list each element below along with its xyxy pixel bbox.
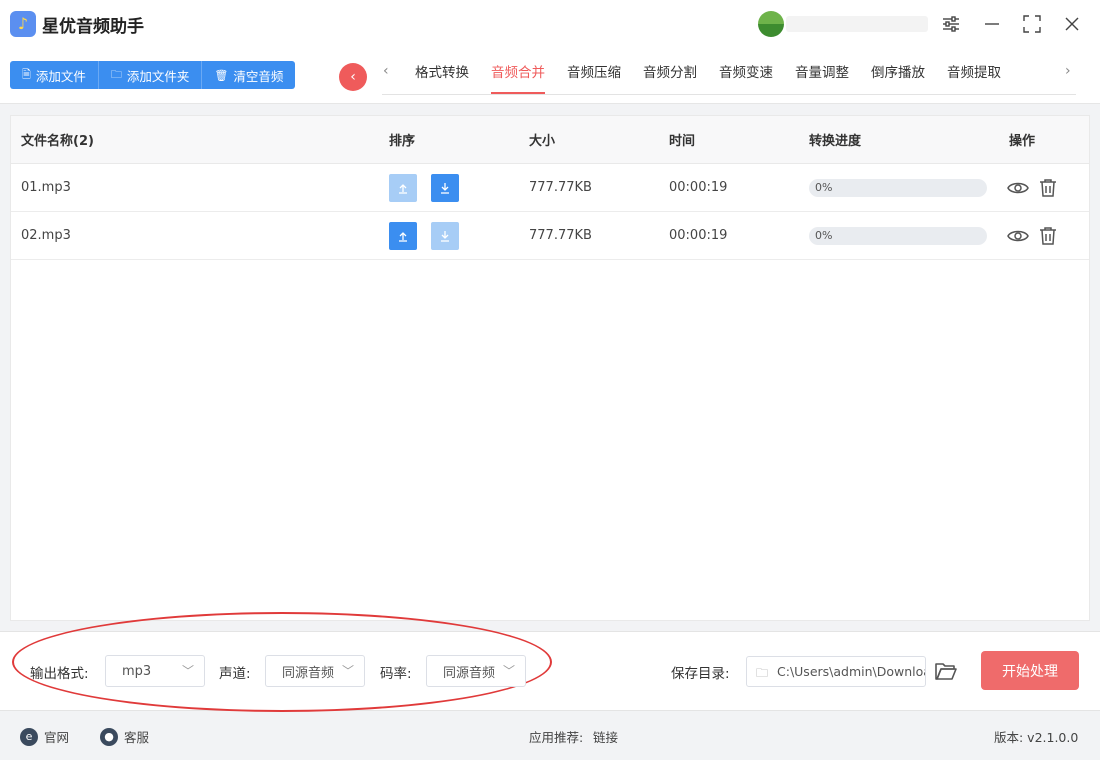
- chevron-down-icon: ﹀: [181, 664, 194, 678]
- tabs-scroll-right-icon[interactable]: ›: [1065, 63, 1071, 79]
- add-folder-button[interactable]: 🗀 添加文件夹: [99, 61, 203, 89]
- header-sort: 排序: [389, 134, 416, 149]
- tab-7[interactable]: 音频提取: [936, 48, 1012, 94]
- progress-text: 0%: [815, 228, 833, 242]
- clear-audio-button[interactable]: 🗑 清空音频: [202, 61, 295, 89]
- delete-trash-icon[interactable]: [1037, 225, 1059, 247]
- delete-trash-icon[interactable]: [1037, 177, 1059, 199]
- bitrate-label: 码率:: [380, 666, 412, 682]
- website-label: 官网: [44, 730, 70, 745]
- header-progress: 转换进度: [809, 134, 862, 149]
- row-actions: [1007, 212, 1067, 259]
- tab-3[interactable]: 音频分割: [632, 48, 708, 94]
- minimize-icon[interactable]: [980, 12, 1004, 36]
- title-bar: ♪ 星优音频助手: [0, 0, 1100, 48]
- format-select[interactable]: mp3 ﹀: [105, 655, 205, 687]
- chevron-down-icon: ﹀: [341, 664, 354, 678]
- status-bar: e 官网 ● 客服 应用推荐: 链接 版本: v2.1.0.0: [0, 712, 1100, 760]
- website-link[interactable]: e 官网: [20, 727, 69, 746]
- folder-icon: 🗀: [110, 67, 122, 81]
- preview-eye-icon[interactable]: [1007, 225, 1029, 247]
- channel-value: 同源音频: [282, 665, 335, 681]
- file-button-group: 🗎 添加文件 🗀 添加文件夹 🗑 清空音频: [10, 61, 296, 89]
- format-value: mp3: [122, 663, 152, 679]
- trash-icon: 🗑: [214, 68, 229, 82]
- file-size: 777.77KB: [529, 180, 592, 195]
- move-up-icon[interactable]: [389, 221, 417, 250]
- toolbar: 🗎 添加文件 🗀 添加文件夹 🗑 清空音频 ‹ ‹ 格式转换 音频合并 音频压缩 音频…: [0, 48, 1100, 104]
- open-folder-icon[interactable]: [934, 660, 958, 684]
- browser-e-icon: e: [20, 727, 38, 746]
- progress-cell: 0%: [809, 212, 987, 259]
- progress-text: 0%: [815, 180, 833, 194]
- tab-6[interactable]: 倒序播放: [860, 48, 936, 94]
- preview-eye-icon[interactable]: [1007, 177, 1029, 199]
- header-time: 时间: [669, 134, 696, 149]
- file-list-panel: 文件名称(2) 排序 大小 时间 转换进度 操作 01.mp3 777.77KB 0…: [10, 115, 1090, 621]
- recommend-label: 应用推荐:: [529, 730, 584, 745]
- recommend-link[interactable]: 链接: [593, 727, 618, 746]
- user-avatar[interactable]: [758, 11, 784, 37]
- tab-1[interactable]: 音频合并: [480, 48, 556, 94]
- header-name: 文件名称(2): [21, 134, 94, 149]
- table-header: 文件名称(2) 排序 大小 时间 转换进度 操作: [11, 116, 1089, 164]
- move-down-icon[interactable]: [431, 173, 459, 202]
- table-row[interactable]: 01.mp3 777.77KB 00:00:19 0%: [11, 164, 1089, 212]
- move-down-icon[interactable]: [431, 221, 459, 250]
- chat-bubble-icon: ●: [100, 727, 118, 746]
- progress-cell: 0%: [809, 164, 987, 211]
- tabs-scroll-left-icon[interactable]: ‹: [383, 63, 389, 79]
- chevron-down-icon: ﹀: [502, 664, 515, 678]
- bitrate-value: 同源音频: [443, 665, 496, 681]
- sort-controls: [389, 212, 459, 259]
- output-settings-bar: 输出格式: mp3 ﹀ 声道: 同源音频 ﹀ 码率: 同源音频 ﹀ 保存目录: …: [0, 612, 1100, 712]
- file-size: 777.77KB: [529, 228, 592, 243]
- channel-label: 声道:: [219, 666, 251, 682]
- file-icon: 🗎: [22, 67, 31, 81]
- file-duration: 00:00:19: [669, 180, 728, 195]
- service-label: 客服: [124, 730, 150, 745]
- move-up-icon[interactable]: [389, 173, 417, 202]
- format-label: 输出格式:: [30, 666, 89, 682]
- save-path-value: C:\Users\admin\Downloads: [777, 664, 925, 679]
- add-file-button[interactable]: 🗎 添加文件: [10, 61, 99, 89]
- header-size: 大小: [529, 134, 556, 149]
- close-icon[interactable]: [1060, 12, 1084, 36]
- clear-audio-label: 清空音频: [233, 68, 284, 84]
- file-name: 02.mp3: [21, 228, 71, 243]
- tab-4[interactable]: 音频变速: [708, 48, 784, 94]
- save-path-input[interactable]: 🗀 C:\Users\admin\Downloads: [746, 656, 926, 687]
- tab-5[interactable]: 音量调整: [784, 48, 860, 94]
- file-name: 01.mp3: [21, 180, 71, 195]
- file-duration: 00:00:19: [669, 228, 728, 243]
- file-rows: 01.mp3 777.77KB 00:00:19 0% 02.mp3 777.77KB 00…: [11, 164, 1089, 260]
- back-arrow-icon[interactable]: ‹: [339, 63, 367, 91]
- tabs-divider: [382, 94, 1076, 95]
- table-row[interactable]: 02.mp3 777.77KB 00:00:19 0%: [11, 212, 1089, 260]
- add-file-label: 添加文件: [35, 68, 86, 84]
- tab-0[interactable]: 格式转换: [404, 48, 480, 94]
- save-dir-label: 保存目录:: [671, 666, 730, 682]
- app-title: 星优音频助手: [42, 17, 144, 37]
- start-processing-button[interactable]: 开始处理: [981, 651, 1079, 690]
- folder-outline-icon: 🗀: [756, 666, 769, 680]
- sort-controls: [389, 164, 459, 211]
- progress-bar: 0%: [809, 178, 987, 197]
- music-note-icon: ♪: [10, 11, 36, 37]
- channel-select[interactable]: 同源音频 ﹀: [265, 655, 365, 687]
- progress-bar: 0%: [809, 226, 987, 245]
- add-folder-label: 添加文件夹: [126, 68, 190, 84]
- customer-service-link[interactable]: ● 客服: [100, 727, 149, 746]
- maximize-icon[interactable]: [1020, 12, 1044, 36]
- row-actions: [1007, 164, 1067, 211]
- bitrate-select[interactable]: 同源音频 ﹀: [426, 655, 526, 687]
- user-name-redacted: [786, 16, 928, 32]
- settings-sliders-icon[interactable]: [939, 12, 963, 36]
- feature-tabs: 格式转换 音频合并 音频压缩 音频分割 音频变速 音量调整 倒序播放 音频提取: [404, 48, 1012, 94]
- tab-2[interactable]: 音频压缩: [556, 48, 632, 94]
- version-text: 版本: v2.1.0.0: [994, 730, 1079, 745]
- header-ops: 操作: [1009, 134, 1036, 149]
